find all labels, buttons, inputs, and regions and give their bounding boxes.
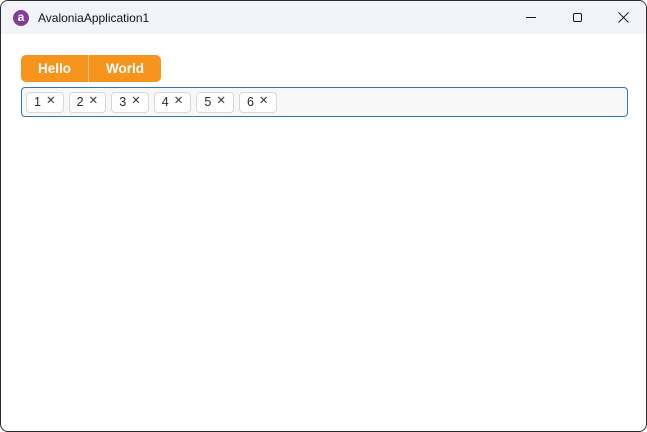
window-title: AvaloniaApplication1 <box>38 10 150 25</box>
minimize-button[interactable] <box>508 1 554 34</box>
minimize-icon <box>526 17 536 18</box>
tag-chip-label: 6 <box>246 95 254 109</box>
caption-buttons <box>508 1 646 34</box>
tag-remove-icon[interactable]: ✕ <box>89 96 99 108</box>
tag-chip-label: 4 <box>161 95 169 109</box>
tag-remove-icon[interactable]: ✕ <box>216 96 226 108</box>
tag-chip[interactable]: 1 ✕ <box>26 91 64 113</box>
tag-remove-icon[interactable]: ✕ <box>46 96 56 108</box>
tab-world[interactable]: World <box>88 55 161 82</box>
maximize-icon <box>572 13 582 22</box>
tag-remove-icon[interactable]: ✕ <box>131 96 141 108</box>
tag-chip[interactable]: 6 ✕ <box>238 91 277 113</box>
tag-chip-label: 1 <box>34 95 41 109</box>
tab-strip: Hello World <box>21 55 162 82</box>
titlebar[interactable]: a AvaloniaApplication1 <box>1 1 646 34</box>
tag-chip[interactable]: 2 ✕ <box>68 91 107 113</box>
tag-remove-icon[interactable]: ✕ <box>174 96 184 108</box>
tab-hello[interactable]: Hello <box>21 55 88 82</box>
tag-chip-label: 5 <box>204 95 212 109</box>
avalonia-logo-icon: a <box>13 9 29 26</box>
tag-chip[interactable]: 4 ✕ <box>153 91 192 113</box>
content-area: Hello World 1 ✕ 2 ✕ 3 ✕ 4 ✕ 5 ✕ 6 ✕ <box>1 34 646 117</box>
close-button[interactable] <box>600 1 646 34</box>
app-window: a AvaloniaApplication1 Hello World 1 ✕ 2… <box>0 0 647 432</box>
tag-chip[interactable]: 3 ✕ <box>111 91 149 113</box>
close-icon <box>617 12 629 23</box>
tag-chip[interactable]: 5 ✕ <box>196 91 234 113</box>
tag-chip-label: 3 <box>119 95 127 109</box>
tag-chip-label: 2 <box>76 95 84 109</box>
tag-remove-icon[interactable]: ✕ <box>259 96 269 108</box>
maximize-button[interactable] <box>554 1 600 34</box>
tag-input-box[interactable]: 1 ✕ 2 ✕ 3 ✕ 4 ✕ 5 ✕ 6 ✕ <box>21 87 628 117</box>
